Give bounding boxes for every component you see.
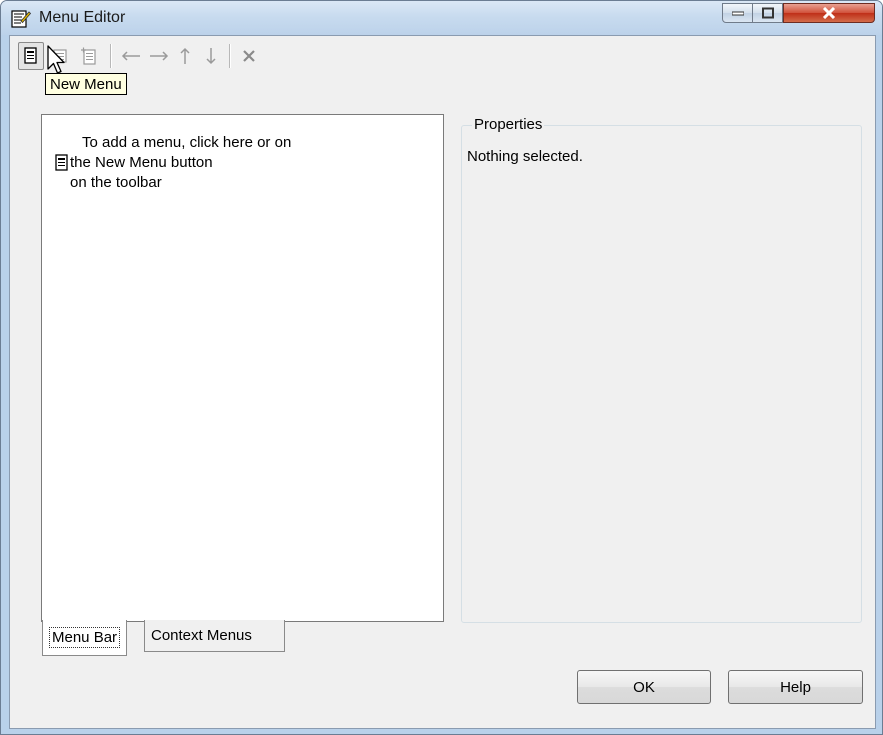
properties-panel: [461, 125, 862, 623]
empty-tree-hint[interactable]: To add a menu, click here or on the New …: [70, 133, 292, 193]
hint-line-1: To add a menu, click here or on: [82, 134, 292, 151]
menu-editor-app-icon: [11, 10, 31, 28]
tab-menu-bar-label: Menu Bar: [49, 627, 121, 648]
toolbar-separator: [229, 44, 230, 68]
new-menu-icon: [24, 47, 37, 64]
window-title: Menu Editor: [39, 9, 126, 26]
minimize-button[interactable]: [722, 3, 753, 23]
move-right-button[interactable]: [146, 42, 172, 70]
tab-context-menus[interactable]: Context Menus: [144, 620, 285, 652]
move-up-button[interactable]: [172, 42, 198, 70]
maximize-button[interactable]: [753, 3, 783, 23]
delete-icon: [243, 50, 255, 62]
tab-context-menus-label: Context Menus: [151, 627, 252, 644]
hint-line-2: the New Menu button: [70, 154, 213, 171]
new-menu-icon: [55, 154, 68, 171]
arrow-right-icon: [150, 51, 169, 61]
menu-tree-panel[interactable]: To add a menu, click here or on the New …: [41, 114, 444, 622]
close-button[interactable]: [783, 3, 875, 23]
mouse-pointer-icon: [47, 45, 65, 74]
toolbar-separator: [110, 44, 111, 68]
tab-menu-bar[interactable]: Menu Bar: [42, 620, 128, 656]
help-button[interactable]: Help: [728, 670, 863, 704]
properties-empty-text: Nothing selected.: [467, 148, 583, 165]
new-context-menu-icon: [81, 47, 96, 65]
move-left-button[interactable]: [118, 42, 144, 70]
minimize-icon: [731, 11, 744, 16]
move-down-button[interactable]: [198, 42, 224, 70]
hint-line-3: on the toolbar: [70, 174, 162, 191]
delete-button[interactable]: [236, 42, 262, 70]
toolbar: [10, 36, 875, 76]
client-area: To add a menu, click here or on the New …: [9, 35, 876, 729]
arrow-left-icon: [121, 51, 140, 61]
title-bar[interactable]: Menu Editor: [1, 1, 882, 35]
close-icon: [822, 7, 836, 19]
new-context-menu-button[interactable]: [76, 42, 102, 70]
new-menu-button[interactable]: [18, 42, 44, 70]
arrow-up-icon: [180, 47, 190, 64]
maximize-icon: [761, 7, 774, 19]
ok-button[interactable]: OK: [577, 670, 711, 704]
properties-title: Properties: [472, 116, 545, 133]
menu-editor-window: Menu Editor To add a menu, click here or…: [0, 0, 883, 735]
arrow-down-icon: [206, 48, 216, 65]
